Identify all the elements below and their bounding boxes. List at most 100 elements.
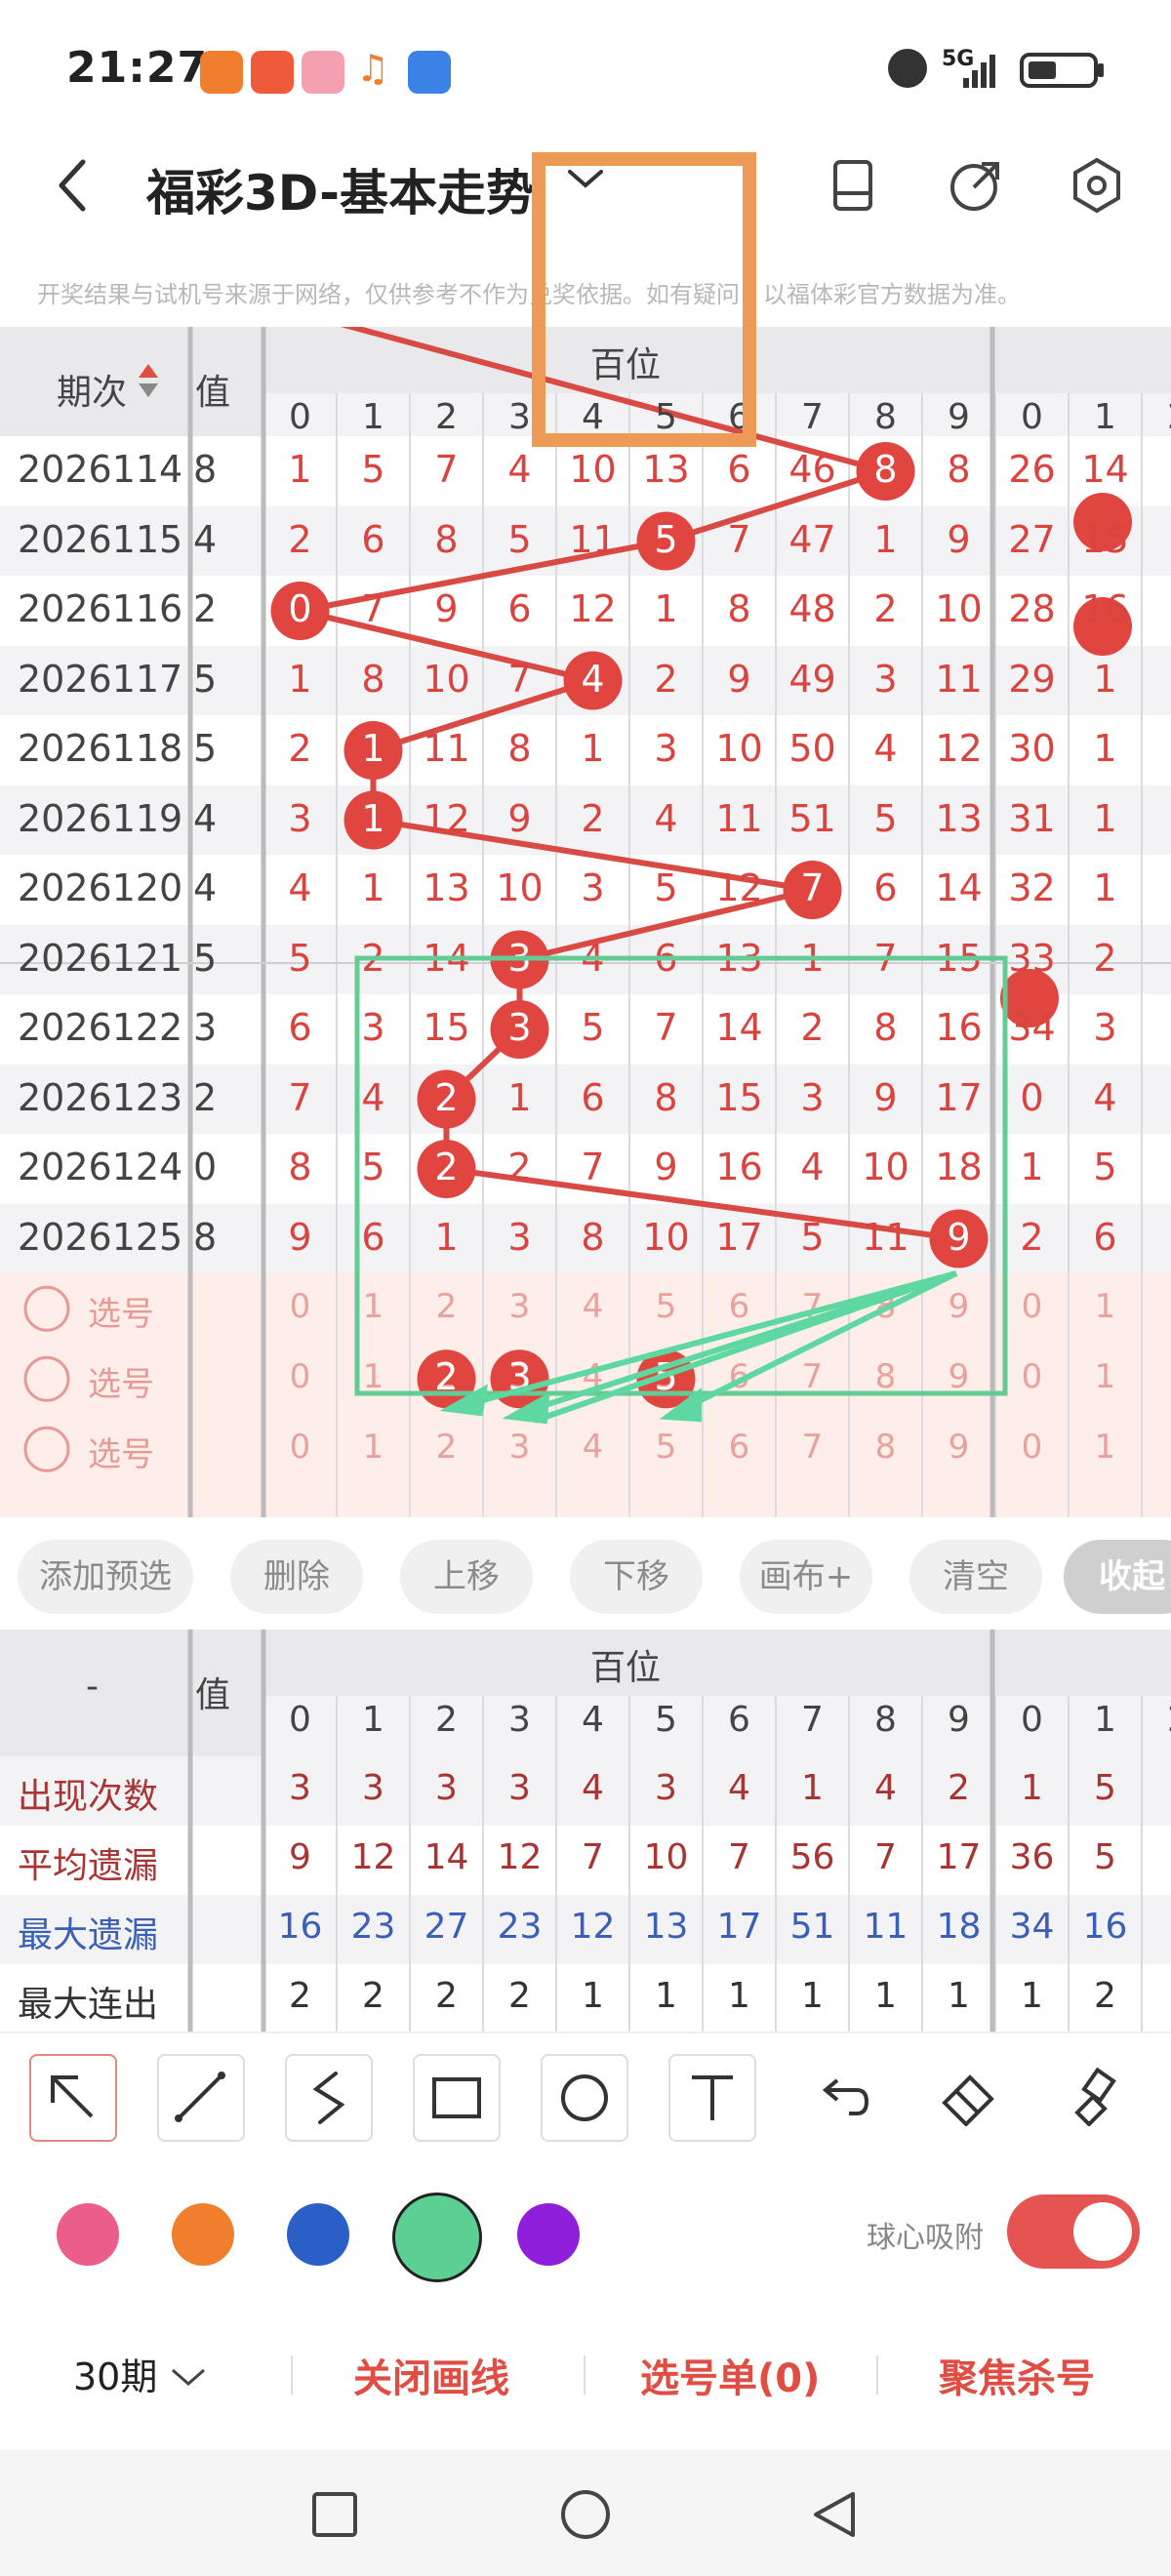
pick-cell[interactable]: 8 xyxy=(849,1428,922,1467)
trend-cell: 6 xyxy=(361,517,385,561)
digit-header: 2 xyxy=(435,397,458,437)
period-cell: 2026122 xyxy=(18,1006,183,1049)
pick-cell[interactable]: 9 xyxy=(922,1287,995,1326)
trend-cell: 16 xyxy=(1081,587,1129,630)
pick-cell[interactable]: 0 xyxy=(263,1428,337,1467)
pick-cell[interactable]: 6 xyxy=(703,1428,776,1467)
recent-apps-icon[interactable] xyxy=(310,2490,359,2539)
pick-cell[interactable]: 7 xyxy=(776,1287,849,1326)
text-tool[interactable] xyxy=(668,2054,756,2142)
canvas-plus-button[interactable]: 画布+ xyxy=(740,1540,872,1614)
trend-cell: 6 xyxy=(654,936,678,980)
trend-cell: 11 xyxy=(935,657,983,701)
curve-tool[interactable] xyxy=(285,2054,373,2142)
pick-cell[interactable]: 4 xyxy=(556,1357,629,1396)
trend-cell: 1 xyxy=(1093,866,1117,909)
close-lines-button[interactable]: 关闭画线 xyxy=(353,2347,509,2403)
color-swatch[interactable] xyxy=(172,2203,234,2266)
pick-cell[interactable]: 1 xyxy=(1069,1428,1142,1467)
pick-cell[interactable]: 9 xyxy=(922,1357,995,1396)
pick-cell[interactable]: 0 xyxy=(263,1287,337,1326)
pick-cell[interactable]: 2 xyxy=(410,1287,483,1326)
stats-cell: 56 xyxy=(789,1837,835,1877)
trend-cell: 14 xyxy=(715,1006,763,1049)
pick-cell[interactable]: 9 xyxy=(922,1428,995,1467)
home-icon[interactable] xyxy=(559,2488,612,2541)
stats-cell: 1 xyxy=(582,1976,604,2016)
undo-icon[interactable] xyxy=(810,2069,872,2127)
pick-cell[interactable]: 6 xyxy=(703,1287,776,1326)
pick-cell[interactable]: 8 xyxy=(849,1357,922,1396)
color-swatch[interactable] xyxy=(392,2193,482,2282)
pick-cell[interactable]: 5 xyxy=(629,1428,703,1467)
pick-cell[interactable]: 0 xyxy=(263,1357,337,1396)
pick-cell[interactable]: 3 xyxy=(483,1287,556,1326)
trend-cell: 5 xyxy=(581,1006,605,1049)
pick-label[interactable]: 选号 xyxy=(88,1428,154,1475)
stats-cell: 12 xyxy=(497,1837,543,1877)
pick-cell[interactable]: 1 xyxy=(1069,1357,1142,1396)
delete-button[interactable]: 删除 xyxy=(230,1540,363,1614)
line-tool[interactable] xyxy=(157,2054,245,2142)
trend-cell: 7 xyxy=(288,1075,312,1119)
pick-cell[interactable]: 5 xyxy=(629,1287,703,1326)
pick-label[interactable]: 选号 xyxy=(88,1357,154,1405)
collapse-button[interactable]: 收起 xyxy=(1064,1540,1171,1614)
settings-icon[interactable] xyxy=(1068,156,1126,215)
back-nav-icon[interactable] xyxy=(808,2488,861,2541)
divider xyxy=(584,2355,586,2395)
trend-cell: 16 xyxy=(935,1006,983,1049)
clear-button[interactable]: 清空 xyxy=(909,1540,1042,1614)
pick-cell[interactable]: 1 xyxy=(337,1357,410,1396)
pick-cell[interactable]: 8 xyxy=(849,1287,922,1326)
device-switch-icon[interactable] xyxy=(828,156,886,215)
pick-cell[interactable]: 1 xyxy=(337,1287,410,1326)
color-swatch[interactable] xyxy=(57,2203,119,2266)
stats-cell: 1 xyxy=(801,1976,824,2016)
period-header[interactable]: 期次 xyxy=(57,364,127,415)
selected-pick-label: 5 xyxy=(654,1355,678,1399)
pick-cell[interactable]: 6 xyxy=(703,1357,776,1396)
pick-cell[interactable]: 0 xyxy=(995,1287,1069,1326)
alarm-icon xyxy=(888,49,927,88)
pick-cell[interactable]: 1 xyxy=(1069,1287,1142,1326)
trend-cell: 31 xyxy=(1008,796,1056,840)
stats-cell: 4 xyxy=(728,1768,750,1808)
trend-cell: 0 xyxy=(1020,1075,1044,1119)
pick-cell[interactable]: 1 xyxy=(337,1428,410,1467)
hit-ball-label: 3 xyxy=(507,1006,532,1049)
pick-cell[interactable]: 0 xyxy=(995,1357,1069,1396)
back-icon[interactable] xyxy=(54,156,93,215)
eraser-icon[interactable] xyxy=(937,2064,999,2126)
trend-cell: 1 xyxy=(1093,727,1117,770)
digit-header: 2 xyxy=(1142,397,1171,437)
move-down-button[interactable]: 下移 xyxy=(570,1540,703,1614)
stats-cell: 18 xyxy=(936,1907,982,1947)
color-swatch[interactable] xyxy=(517,2203,580,2266)
pick-list-button[interactable]: 选号单(0) xyxy=(640,2347,820,2403)
move-up-button[interactable]: 上移 xyxy=(400,1540,533,1614)
focus-kill-button[interactable]: 聚焦杀号 xyxy=(939,2347,1095,2403)
pick-cell[interactable]: 4 xyxy=(556,1428,629,1467)
pick-cell[interactable]: 3 xyxy=(483,1428,556,1467)
circle-tool[interactable] xyxy=(541,2054,628,2142)
pick-cell[interactable]: 0 xyxy=(995,1428,1069,1467)
color-swatch[interactable] xyxy=(287,2203,349,2266)
pick-cell[interactable]: 7 xyxy=(776,1428,849,1467)
trend-cell: 15 xyxy=(1081,517,1129,561)
brush-clear-icon[interactable] xyxy=(1064,2064,1126,2126)
rectangle-tool[interactable] xyxy=(413,2054,501,2142)
add-preset-button[interactable]: 添加预选 xyxy=(18,1540,193,1614)
period-selector[interactable]: 30期 xyxy=(73,2347,208,2400)
pick-cell[interactable]: 7 xyxy=(776,1357,849,1396)
arrow-tool[interactable] xyxy=(29,2054,117,2142)
pick-label[interactable]: 选号 xyxy=(88,1287,154,1335)
pick-cell[interactable]: 2 xyxy=(410,1428,483,1467)
trend-cell: 9 xyxy=(727,657,751,701)
share-icon[interactable] xyxy=(947,156,1005,215)
snap-toggle[interactable] xyxy=(1007,2194,1140,2269)
chevron-down-icon[interactable] xyxy=(566,164,605,193)
pick-cell[interactable]: 4 xyxy=(556,1287,629,1326)
trend-cell: 8 xyxy=(654,1075,678,1119)
hit-ball-label: 1 xyxy=(361,796,385,840)
